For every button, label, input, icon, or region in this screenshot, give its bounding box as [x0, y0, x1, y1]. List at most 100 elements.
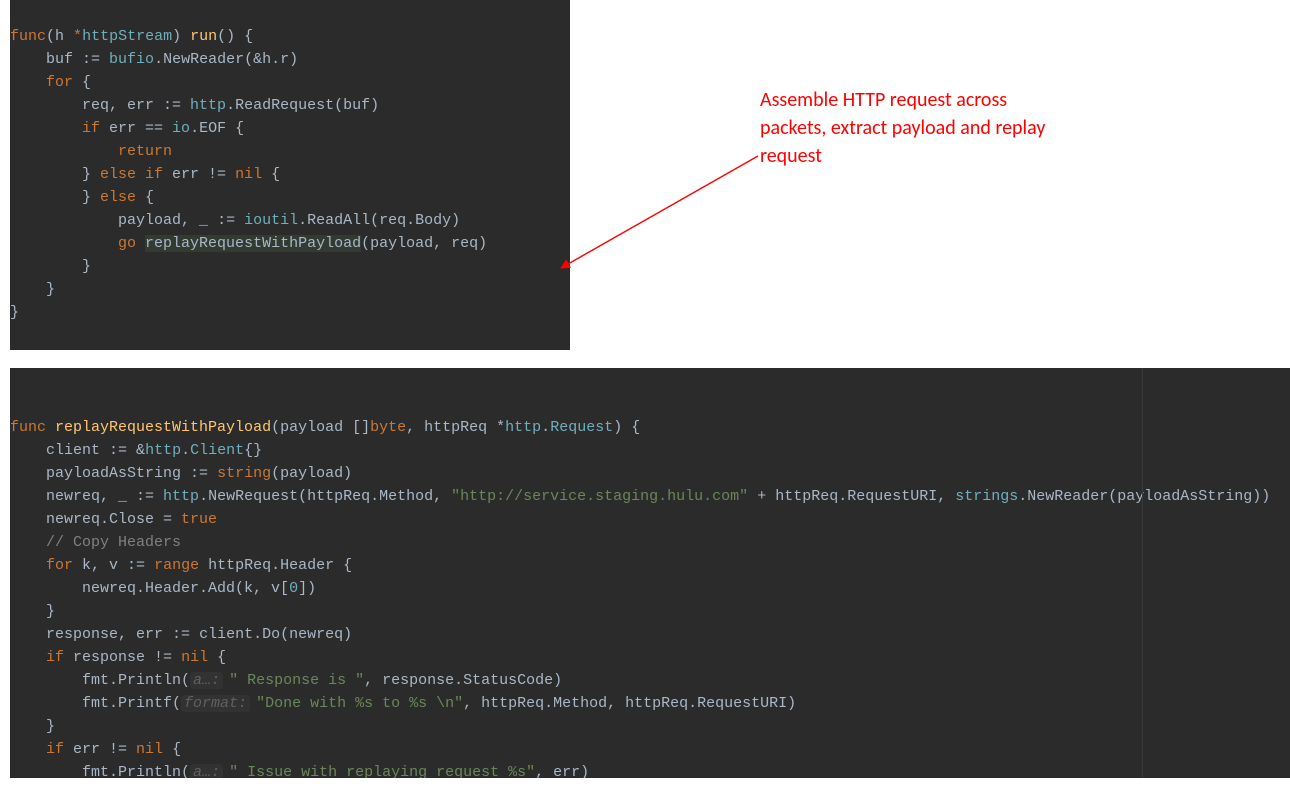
op: :=: [172, 626, 199, 643]
pkg-io: io: [172, 120, 190, 137]
op: :=: [127, 557, 154, 574]
op: :=: [190, 465, 217, 482]
indent: [10, 465, 46, 482]
vars: payload, _: [118, 212, 217, 229]
type-httpStream: httpStream: [82, 28, 172, 45]
indent: [10, 534, 46, 551]
vars: req, err: [82, 97, 163, 114]
tail: ]): [298, 580, 316, 597]
indent: [10, 258, 82, 275]
paren: (: [46, 28, 55, 45]
code-block-replay: func replayRequestWithPayload(payload []…: [10, 368, 1290, 778]
cond: err ==: [100, 120, 172, 137]
pkg-bufio: bufio: [109, 51, 154, 68]
kw-func: func: [10, 28, 46, 45]
indent: [10, 189, 82, 206]
brace: }: [46, 603, 55, 620]
assign-close: newreq.Close =: [46, 511, 181, 528]
brace: {: [208, 649, 226, 666]
dot: .: [190, 120, 199, 137]
dot: .: [541, 419, 550, 436]
brace: {: [136, 189, 154, 206]
pkg-http: http: [190, 97, 226, 114]
func-name-replay: replayRequestWithPayload: [55, 419, 271, 436]
call-println: fmt.Println(: [82, 672, 190, 689]
brace: }: [46, 718, 55, 735]
cond: err !=: [163, 166, 235, 183]
indent: [10, 281, 46, 298]
comment-copy-headers: // Copy Headers: [46, 534, 181, 551]
string-response-is: " Response is ": [229, 672, 364, 689]
sig: () {: [217, 28, 253, 45]
param-payload: payload []: [280, 419, 370, 436]
args: (buf): [334, 97, 379, 114]
pkg-http: http: [505, 419, 541, 436]
dot: .: [298, 212, 307, 229]
kw-nil: nil: [136, 741, 163, 758]
paren-close: ) {: [613, 419, 640, 436]
pkg-http: http: [163, 488, 199, 505]
dot: .: [181, 442, 190, 459]
page: { "annotation": { "text": "Assemble HTTP…: [0, 0, 1290, 792]
type-Request: Request: [550, 419, 613, 436]
kw-if: if: [46, 741, 64, 758]
brace: {: [262, 166, 280, 183]
indent: [10, 764, 82, 778]
brace: }: [82, 189, 100, 206]
kw-nil: nil: [235, 166, 262, 183]
var-buf: buf: [46, 51, 82, 68]
kw-if: if: [82, 120, 100, 137]
tail: , httpReq.Method, httpReq.RequestURI): [463, 695, 796, 712]
callout-arrow-icon: [555, 150, 765, 280]
indent: [10, 120, 82, 137]
call-ReadAll: ReadAll: [307, 212, 370, 229]
indent: [10, 603, 46, 620]
kw-range: range: [154, 557, 199, 574]
op: :=: [109, 442, 136, 459]
kw-nil: nil: [181, 649, 208, 666]
brace: {: [226, 120, 244, 137]
brace: }: [46, 281, 55, 298]
builtin-string: string: [217, 465, 271, 482]
string-url: "http://service.staging.hulu.com": [451, 488, 748, 505]
const-EOF: EOF: [199, 120, 226, 137]
dot: .: [1018, 488, 1027, 505]
brace: }: [82, 166, 100, 183]
tail: , response.StatusCode): [364, 672, 562, 689]
pkg-strings: strings: [955, 488, 1018, 505]
amp: &: [136, 442, 145, 459]
indent: [10, 557, 46, 574]
num-zero: 0: [289, 580, 298, 597]
indent: [10, 235, 118, 252]
cond: err !=: [64, 741, 136, 758]
dot: .: [199, 488, 208, 505]
editor-right-margin: [1142, 368, 1143, 778]
call-ReadRequest: ReadRequest: [235, 97, 334, 114]
call-println: fmt.Println(: [82, 764, 190, 778]
indent: [10, 488, 46, 505]
callout-text: Assemble HTTP request across packets, ex…: [760, 86, 1070, 170]
string-issue: " Issue with replaying request %s": [229, 764, 535, 778]
vars: newreq, _: [46, 488, 136, 505]
vars: response, err: [46, 626, 172, 643]
args1: (httpReq.Method,: [298, 488, 451, 505]
string-done-with: "Done with %s to %s \n": [256, 695, 463, 712]
brace: {: [73, 74, 91, 91]
call-replayRequestWithPayload: replayRequestWithPayload: [145, 235, 361, 252]
tail: , err): [535, 764, 589, 778]
indent: [10, 166, 82, 183]
kw-go: go: [118, 235, 145, 252]
args: (payload, req): [361, 235, 487, 252]
braces: {}: [244, 442, 262, 459]
call-NewRequest: NewRequest: [208, 488, 298, 505]
args3: (payloadAsString)): [1108, 488, 1270, 505]
call-client-do: client.Do(newreq): [199, 626, 352, 643]
indent: [10, 672, 82, 689]
cond: response !=: [64, 649, 181, 666]
indent: [10, 143, 118, 160]
paren: (: [271, 419, 280, 436]
param-hint-a: a…:: [190, 672, 223, 689]
indent: [10, 97, 82, 114]
indent: [10, 718, 46, 735]
call-NewReader: NewReader: [163, 51, 244, 68]
